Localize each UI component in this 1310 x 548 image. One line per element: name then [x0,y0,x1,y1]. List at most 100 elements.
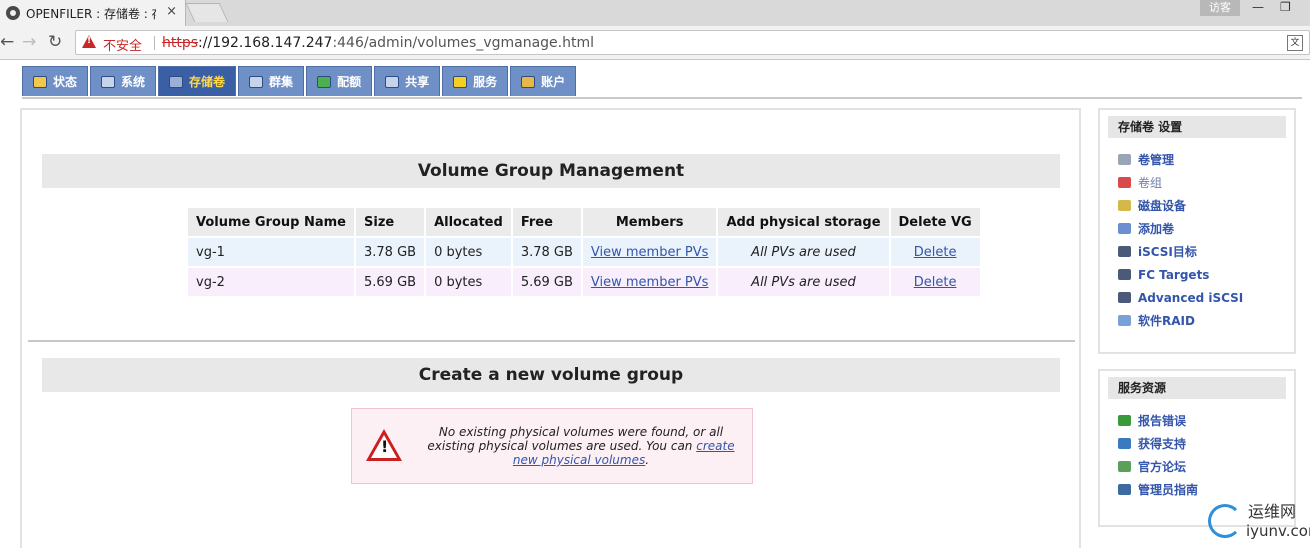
system-icon [101,75,116,88]
col-header-add-storage: Add physical storage [718,208,889,236]
shares-icon [385,75,400,88]
nav-divider [22,97,1302,99]
advanced-iscsi-icon [1118,292,1131,303]
volumes-settings-box: 存储卷 设置 卷管理 卷组 磁盘设备 添加卷 iSCSI目标 FC Targets Adva… [1098,108,1296,354]
new-tab-button[interactable] [185,3,229,22]
settings-item-2[interactable]: 磁盘设备 [1118,194,1294,217]
translate-icon[interactable]: 文 [1287,35,1303,51]
nav-tab-label: 服务 [473,75,498,89]
resources-item-2[interactable]: 官方论坛 [1118,455,1294,478]
nav-tab-7[interactable]: 账户 [510,66,577,96]
vg-size-cell: 3.78 GB [356,238,425,266]
user-profile-button[interactable]: 访客 [1200,0,1240,16]
vg-free-cell: 3.78 GB [512,238,581,266]
disk-icon [1118,200,1131,211]
guide-icon [1118,484,1131,495]
nav-tab-label: 账户 [541,75,566,89]
no-pv-alert: No existing physical volumes were found,… [351,408,753,484]
url-separator [154,36,155,50]
nav-tab-3[interactable]: 群集 [238,66,305,96]
nav-tab-label: 配额 [337,75,362,89]
openfiler-favicon-icon [6,6,20,20]
tab-title: OPENFILER : 存储卷 : 存 [26,7,156,21]
settings-item-label: 卷组 [1138,176,1163,190]
tab-close-icon[interactable]: × [166,4,177,19]
services-icon [453,75,468,88]
settings-item-7[interactable]: 软件RAID [1118,309,1294,332]
settings-item-4[interactable]: iSCSI目标 [1118,240,1294,263]
settings-item-0[interactable]: 卷管理 [1118,148,1294,171]
settings-item-label: 卷管理 [1138,153,1175,167]
alert-text-end: . [645,453,650,467]
create-vg-heading: Create a new volume group [42,358,1060,392]
nav-tab-label: 系统 [121,75,146,89]
settings-item-6[interactable]: Advanced iSCSI [1118,286,1294,309]
nav-tab-5[interactable]: 共享 [374,66,441,96]
resources-list: 报告错误获得支持官方论坛管理员指南 [1100,409,1294,501]
view-member-pvs-link[interactable]: View member PVs [582,268,717,296]
nav-tab-label: 存储卷 [189,75,226,89]
url-path: :446/admin/volumes_vgmanage.html [332,35,595,51]
settings-item-5[interactable]: FC Targets [1118,263,1294,286]
nav-tab-0[interactable]: 状态 [22,66,89,96]
quota-icon [317,75,332,88]
resources-item-label: 获得支持 [1138,437,1187,451]
vg-size-cell: 5.69 GB [356,268,425,296]
browser-toolbar: ← → ↻ 不安全 https://192.168.147.247:446/ad… [0,26,1310,60]
vg-name-cell: vg-2 [188,268,354,296]
volumes-settings-list: 卷管理卷组磁盘设备添加卷 iSCSI目标 FC Targets Advanced iS… [1100,148,1294,332]
col-header-delete: Delete VG [890,208,980,236]
volume-group-table: Volume Group Name Size Allocated Free Me… [186,206,982,298]
add-storage-status: All PVs are used [718,268,889,296]
delete-vg-link[interactable]: Delete [890,238,980,266]
maximize-button[interactable]: ❐ [1280,0,1291,14]
resources-item-label: 管理员指南 [1138,483,1199,497]
col-header-free: Free [512,208,581,236]
url-text[interactable]: https://192.168.147.247:446/admin/volume… [162,35,594,51]
resources-item-0[interactable]: 报告错误 [1118,409,1294,432]
watermark-cn: 运维网 [1248,502,1297,521]
watermark-en: iyunv.com [1246,522,1310,540]
vg-free-cell: 5.69 GB [512,268,581,296]
view-member-pvs-link[interactable]: View member PVs [582,238,717,266]
forward-arrow-icon[interactable]: → [22,32,36,52]
resources-item-label: 报告错误 [1138,414,1187,428]
cluster-icon [249,75,264,88]
main-content-panel: Volume Group Management Volume Group Nam… [20,108,1081,548]
nav-tab-6[interactable]: 服务 [442,66,509,96]
nav-tab-4[interactable]: 配额 [306,66,373,96]
vg-name-cell: vg-1 [188,238,354,266]
table-header-row: Volume Group Name Size Allocated Free Me… [188,208,980,236]
delete-vg-link[interactable]: Delete [890,268,980,296]
settings-item-label: FC Targets [1138,267,1210,282]
resources-item-1[interactable]: 获得支持 [1118,432,1294,455]
accounts-icon [521,75,536,88]
add-storage-status: All PVs are used [718,238,889,266]
settings-item-label: 磁盘设备 [1138,199,1187,213]
table-row: vg-1 3.78 GB 0 bytes 3.78 GB View member… [188,238,980,266]
settings-item-label: 添加卷 [1138,222,1175,236]
not-secure-warning-icon[interactable] [82,35,96,48]
settings-item-1[interactable]: 卷组 [1118,171,1294,194]
main-nav: 状态 系统 存储卷 群集 配额 共享 服务 账户 [22,66,578,98]
fc-icon [1118,269,1131,280]
volume-group-icon [1118,177,1131,188]
watermark-logo: 运维网 iyunv.com [1206,496,1310,548]
settings-item-label: Advanced iSCSI [1138,290,1244,305]
volume-mgmt-icon [1118,154,1131,165]
browser-tab[interactable]: OPENFILER : 存储卷 : 存 × [0,0,186,26]
nav-tab-2[interactable]: 存储卷 [158,66,237,96]
minimize-button[interactable]: — [1252,0,1264,14]
section-divider [28,340,1075,342]
add-volume-icon [1118,223,1131,234]
not-secure-label[interactable]: 不安全 [103,35,142,54]
nav-tab-1[interactable]: 系统 [90,66,157,96]
table-row: vg-2 5.69 GB 0 bytes 5.69 GB View member… [188,268,980,296]
vg-allocated-cell: 0 bytes [426,238,511,266]
address-bar[interactable]: 不安全 https://192.168.147.247:446/admin/vo… [75,30,1310,55]
iscsi-icon [1118,246,1131,257]
url-scheme: https [162,35,199,51]
back-arrow-icon[interactable]: ← [0,32,14,52]
reload-icon[interactable]: ↻ [48,32,62,52]
settings-item-3[interactable]: 添加卷 [1118,217,1294,240]
